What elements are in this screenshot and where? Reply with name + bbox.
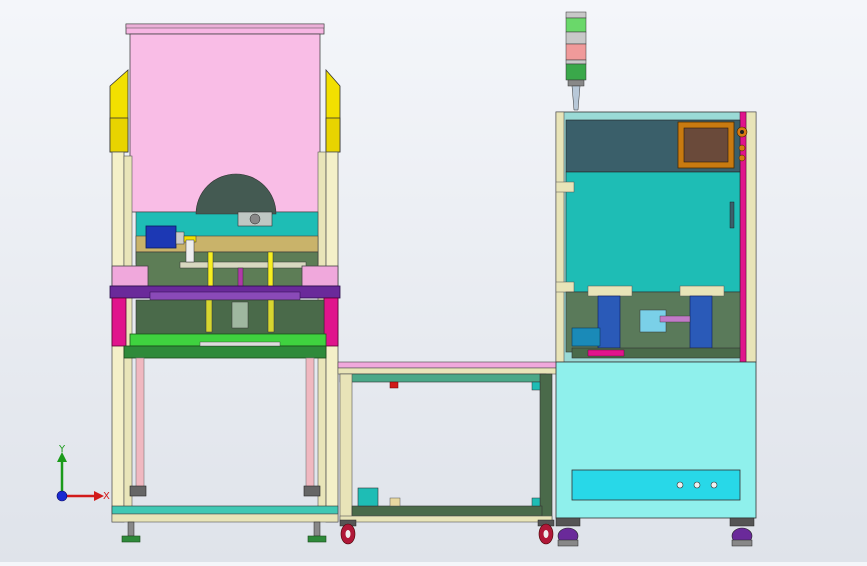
center-cylinder xyxy=(231,301,249,329)
orientation-triad[interactable]: Y X xyxy=(56,444,110,502)
fixture-top-left xyxy=(587,285,633,297)
frame-post-left xyxy=(555,111,565,363)
magenta-slide xyxy=(587,349,625,357)
leveling-feet-left xyxy=(121,521,327,543)
table-top-beam xyxy=(339,373,547,383)
red-sensor xyxy=(389,381,399,389)
table-bottom-beam xyxy=(351,505,543,517)
conveyor-belt-pink xyxy=(337,361,559,369)
corner-bracket-top xyxy=(531,381,541,391)
lower-frame-rail xyxy=(123,345,327,359)
press-plate-upper xyxy=(179,261,307,269)
fixture-top-right xyxy=(679,285,725,297)
front-control-panel[interactable] xyxy=(571,469,741,501)
purple-beam-inner xyxy=(149,291,301,301)
cad-viewport[interactable]: Y X xyxy=(0,0,867,562)
hinge-bottom xyxy=(555,281,575,293)
bottom-sensor xyxy=(389,497,401,507)
machine-assembly-drawing: Y X xyxy=(56,11,757,547)
junction-box xyxy=(357,487,379,507)
table-bottom-rail xyxy=(339,515,553,523)
table-leg-left xyxy=(339,373,353,521)
foot-bracket-right xyxy=(303,485,321,497)
lower-mechanism xyxy=(135,299,325,335)
cabinet-casters xyxy=(555,517,755,547)
tooling-bay xyxy=(135,251,319,289)
access-door[interactable] xyxy=(565,171,741,293)
casters-table xyxy=(339,519,555,545)
z-axis-dot xyxy=(56,490,68,502)
base-slot xyxy=(199,341,281,347)
signal-tower xyxy=(565,11,587,111)
conveyor-table xyxy=(337,361,559,545)
bottom-rail-cream xyxy=(111,513,339,523)
frame-post-right xyxy=(745,111,757,363)
magenta-column-left xyxy=(111,297,127,347)
hinge-top xyxy=(555,181,575,193)
servo-motor xyxy=(571,327,601,347)
hmi-touchscreen[interactable] xyxy=(677,121,735,169)
bottom-rail xyxy=(111,505,339,515)
y-axis-label: Y xyxy=(58,444,66,455)
corner-bracket-bottom xyxy=(531,497,541,507)
indicator-lamp-3 xyxy=(710,481,718,489)
pink-leg-left xyxy=(135,357,145,489)
indicator-lamp-1 xyxy=(676,481,684,489)
indicator-lamp-2 xyxy=(693,481,701,489)
x-axis-label: X xyxy=(103,491,110,502)
pink-bracket-left xyxy=(111,265,149,287)
inspection-cabinet xyxy=(555,11,757,547)
conveyor-rail xyxy=(337,367,559,375)
inspection-head-right xyxy=(689,295,713,349)
press-station xyxy=(109,23,341,543)
cylinder-left xyxy=(205,299,213,333)
cylinder-right xyxy=(267,299,275,333)
pink-leg-right xyxy=(305,357,315,489)
foot-bracket-left xyxy=(129,485,147,497)
transfer-slide xyxy=(659,315,691,323)
door-handle[interactable] xyxy=(729,201,735,229)
press-column xyxy=(185,239,195,263)
pink-bracket-right xyxy=(301,265,339,287)
press-ram xyxy=(237,267,244,289)
table-leg-right xyxy=(539,373,553,521)
inspection-head-left xyxy=(597,295,621,349)
